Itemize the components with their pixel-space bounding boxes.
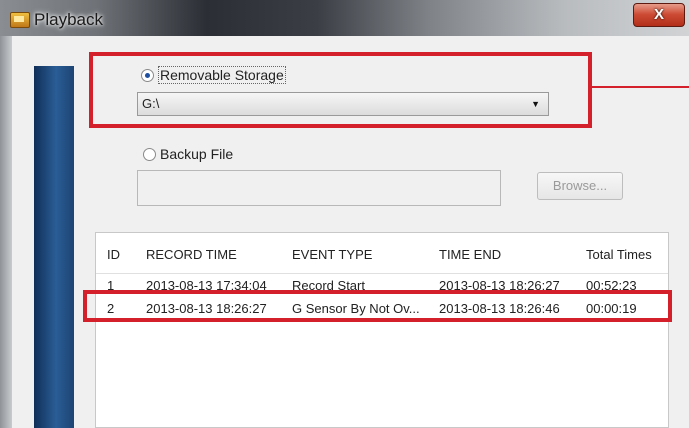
sidebar-panel — [34, 66, 74, 428]
browse-button[interactable]: Browse... — [537, 172, 623, 200]
storage-highlight-box — [89, 52, 592, 128]
backup-file-path-input[interactable] — [137, 170, 501, 206]
column-header-id[interactable]: ID — [107, 247, 120, 262]
column-header-record-time[interactable]: RECORD TIME — [146, 247, 237, 262]
backup-file-label: Backup File — [160, 146, 234, 162]
recordings-table[interactable]: ID RECORD TIME EVENT TYPE TIME END Total… — [95, 232, 669, 428]
app-icon — [10, 12, 30, 28]
backup-file-radio[interactable] — [143, 147, 156, 161]
playback-window: Playback X Removable Storage G:\ ▼ Backu… — [0, 0, 689, 428]
backup-file-option[interactable]: Backup File — [143, 146, 233, 162]
close-button[interactable]: X — [633, 3, 685, 27]
window-frame-left — [0, 36, 12, 428]
table-header: ID RECORD TIME EVENT TYPE TIME END Total… — [96, 233, 668, 274]
column-header-total-times[interactable]: Total Times — [586, 247, 652, 262]
row-highlight-box — [83, 290, 672, 322]
title-bar[interactable]: Playback X — [0, 0, 689, 36]
window-title: Playback — [34, 10, 103, 29]
annotation-pointer-line — [592, 86, 689, 88]
column-header-time-end[interactable]: TIME END — [439, 247, 501, 262]
column-header-event-type[interactable]: EVENT TYPE — [292, 247, 372, 262]
